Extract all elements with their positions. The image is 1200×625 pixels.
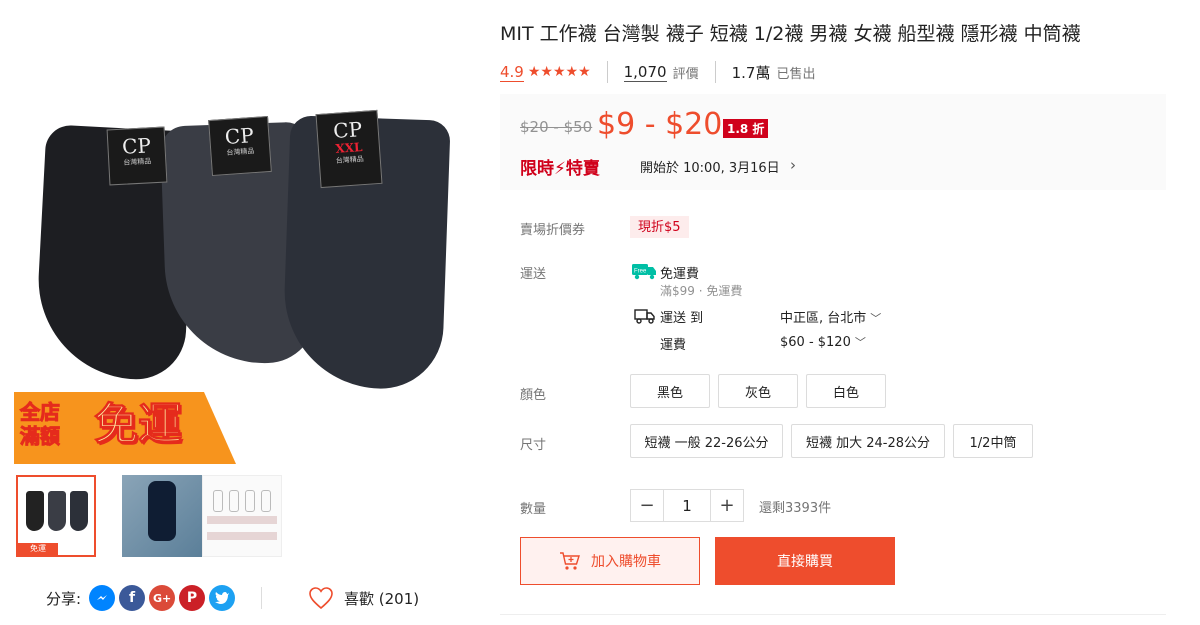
quantity-label: 數量 xyxy=(520,502,547,517)
tag-brand: CP xyxy=(121,133,152,159)
sock-tag: CP 台灣精品 xyxy=(106,126,168,186)
star-rating-icon: ★★★★★ xyxy=(527,64,591,80)
sock-tag: CP XXL 台灣精品 xyxy=(315,109,383,189)
promo-banner-text: 全店 滿額 xyxy=(20,400,61,449)
free-shipping-promo-banner: 全店 滿額 免運 xyxy=(14,392,236,464)
ship-to-selector[interactable]: 中正區, 台北市 ﹀ xyxy=(780,307,881,326)
add-to-cart-label: 加入購物車 xyxy=(591,554,661,570)
share-divider xyxy=(261,587,262,609)
section-divider xyxy=(500,614,1166,615)
product-meta: 4.9 ★★★★★ 1,070 評價 1.7萬 已售出 xyxy=(500,60,815,84)
twitter-icon[interactable] xyxy=(209,585,236,611)
free-shipping-icon: Free xyxy=(632,264,656,280)
voucher-label: 賣場折價券 xyxy=(520,223,586,238)
quantity-stepper: − 1 + xyxy=(630,489,744,522)
promo-line-1: 全店 xyxy=(20,400,61,425)
chevron-down-icon: ﹀ xyxy=(870,312,882,325)
sold-label: 已售出 xyxy=(776,66,816,82)
thumbnail-1[interactable]: 免運 xyxy=(16,475,96,557)
shipping-fee-value: $60 - $120 xyxy=(780,335,851,350)
shipping-fee-selector[interactable]: $60 - $120 ﹀ xyxy=(780,334,866,350)
size-option-regular[interactable]: 短襪 一般 22-26公分 xyxy=(630,424,783,458)
quantity-input[interactable]: 1 xyxy=(663,490,711,521)
ship-to-label: 運送 到 xyxy=(660,311,704,326)
free-shipping-title: 免運費 xyxy=(660,267,700,282)
sock-tag: CP 台灣精品 xyxy=(208,115,272,177)
like-label: 喜歡 (201) xyxy=(344,589,420,608)
thumbnail-3[interactable] xyxy=(202,475,282,557)
promo-line-2: 滿額 xyxy=(20,424,61,449)
rating-value[interactable]: 4.9 xyxy=(500,63,524,82)
pinterest-icon[interactable]: P xyxy=(179,585,206,611)
size-option-large[interactable]: 短襪 加大 24-28公分 xyxy=(791,424,945,458)
chevron-down-icon: ﹀ xyxy=(854,336,866,349)
messenger-icon[interactable] xyxy=(89,585,116,611)
quantity-decrease-button[interactable]: − xyxy=(631,490,663,521)
flash-sale-start[interactable]: 開始於 10:00, 3月16日 xyxy=(640,157,780,176)
discount-badge: 1.8 折 xyxy=(723,119,769,138)
flash-sale-label: 限時⚡特賣 xyxy=(520,159,600,179)
color-label: 顏色 xyxy=(520,388,547,403)
quantity-increase-button[interactable]: + xyxy=(711,490,743,521)
shipping-fee-label: 運費 xyxy=(660,338,687,353)
chevron-right-icon[interactable]: › xyxy=(790,156,796,174)
buy-now-button[interactable]: 直接購買 xyxy=(715,537,895,585)
truck-icon xyxy=(634,309,655,324)
original-price: $20 - $50 xyxy=(520,118,593,136)
size-label: 尺寸 xyxy=(520,438,547,453)
price-section: $20 - $50 $9 - $20 1.8 折 限時⚡特賣 開始於 10:00… xyxy=(500,94,1166,190)
size-option-half-crew[interactable]: 1/2中筒 xyxy=(953,424,1033,458)
reviews-label: 評價 xyxy=(672,66,699,82)
voucher-badge[interactable]: 現折$5 xyxy=(630,216,689,238)
tag-subtext: 台灣精品 xyxy=(123,157,152,167)
share-label: 分享: xyxy=(46,589,82,608)
reviews-count[interactable]: 1,070 xyxy=(623,63,667,82)
cart-icon xyxy=(560,552,580,570)
thumbnail-banner: 免運 xyxy=(18,543,58,555)
color-option-white[interactable]: 白色 xyxy=(806,374,886,408)
add-to-cart-button[interactable]: 加入購物車 xyxy=(520,537,700,585)
svg-text:Free: Free xyxy=(634,269,647,275)
share-bar: 分享: f G+ P xyxy=(46,584,236,612)
color-option-gray[interactable]: 灰色 xyxy=(718,374,798,408)
free-shipping-condition: 滿$99 · 免運費 xyxy=(660,284,743,298)
product-title: MIT 工作襪 台灣製 襪子 短襪 1/2襪 男襪 女襪 船型襪 隱形襪 中筒襪 xyxy=(500,23,1081,45)
promo-banner-big-text: 免運 xyxy=(94,399,183,451)
meta-divider xyxy=(606,61,608,83)
color-option-black[interactable]: 黑色 xyxy=(630,374,710,408)
facebook-icon[interactable]: f xyxy=(119,585,146,611)
ship-to-value: 中正區, 台北市 xyxy=(780,311,867,326)
current-price: $9 - $20 xyxy=(597,107,723,142)
heart-icon xyxy=(309,587,333,610)
shipping-label: 運送 xyxy=(520,267,547,282)
product-page: CP 台灣精品 CP 台灣精品 CP XXL 台灣精品 全店 滿額 免運 免運 xyxy=(0,0,1200,625)
thumbnail-2[interactable] xyxy=(122,475,202,557)
sold-count: 1.7萬 xyxy=(731,63,771,82)
stock-remaining: 還剩3393件 xyxy=(759,501,832,516)
like-button[interactable]: 喜歡 (201) xyxy=(308,584,419,612)
google-plus-icon[interactable]: G+ xyxy=(149,585,176,611)
meta-divider xyxy=(714,61,716,83)
